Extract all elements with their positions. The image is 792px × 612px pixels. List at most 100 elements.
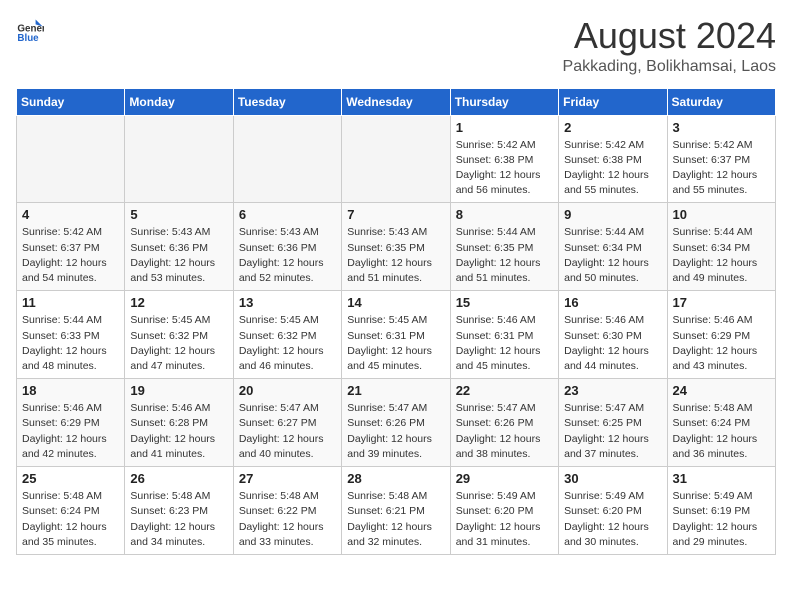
calendar-cell: 1 Sunrise: 5:42 AMSunset: 6:38 PMDaylight… — [450, 115, 558, 203]
week-row-2: 4 Sunrise: 5:42 AMSunset: 6:37 PMDaylight… — [17, 203, 776, 291]
day-info: Sunrise: 5:47 AMSunset: 6:25 PMDaylight:… — [564, 401, 661, 462]
day-number: 1 — [456, 120, 553, 135]
day-info: Sunrise: 5:46 AMSunset: 6:29 PMDaylight:… — [22, 401, 119, 462]
day-number: 24 — [673, 383, 770, 398]
page-title: August 2024 — [563, 16, 776, 56]
svg-text:Blue: Blue — [17, 33, 39, 44]
day-info: Sunrise: 5:48 AMSunset: 6:24 PMDaylight:… — [22, 489, 119, 550]
day-number: 11 — [22, 295, 119, 310]
day-info: Sunrise: 5:48 AMSunset: 6:23 PMDaylight:… — [130, 489, 227, 550]
calendar-cell: 21 Sunrise: 5:47 AMSunset: 6:26 PMDayligh… — [342, 379, 450, 467]
day-info: Sunrise: 5:46 AMSunset: 6:31 PMDaylight:… — [456, 313, 553, 374]
day-number: 7 — [347, 207, 444, 222]
day-info: Sunrise: 5:45 AMSunset: 6:32 PMDaylight:… — [130, 313, 227, 374]
day-info: Sunrise: 5:43 AMSunset: 6:35 PMDaylight:… — [347, 225, 444, 286]
week-row-1: 1 Sunrise: 5:42 AMSunset: 6:38 PMDaylight… — [17, 115, 776, 203]
calendar-cell: 12Sunrise: 5:45 AMSunset: 6:32 PMDayligh… — [125, 291, 233, 379]
calendar-cell: 11Sunrise: 5:44 AMSunset: 6:33 PMDayligh… — [17, 291, 125, 379]
day-info: Sunrise: 5:44 AMSunset: 6:34 PMDaylight:… — [564, 225, 661, 286]
calendar-cell: 24Sunrise: 5:48 AMSunset: 6:24 PMDayligh… — [667, 379, 775, 467]
calendar-cell: 17 Sunrise: 5:46 AMSunset: 6:29 PMDayligh… — [667, 291, 775, 379]
day-info: Sunrise: 5:46 AMSunset: 6:29 PMDaylight:… — [673, 313, 770, 374]
day-info: Sunrise: 5:42 AMSunset: 6:38 PMDaylight:… — [456, 138, 553, 199]
day-number: 13 — [239, 295, 336, 310]
calendar-cell: 15 Sunrise: 5:46 AMSunset: 6:31 PMDayligh… — [450, 291, 558, 379]
day-number: 8 — [456, 207, 553, 222]
day-number: 21 — [347, 383, 444, 398]
day-number: 14 — [347, 295, 444, 310]
day-number: 20 — [239, 383, 336, 398]
day-info: Sunrise: 5:48 AMSunset: 6:22 PMDaylight:… — [239, 489, 336, 550]
title-area: August 2024 Pakkading, Bolikhamsai, Laos — [563, 16, 776, 76]
calendar-cell: 31 Sunrise: 5:49 AMSunset: 6:19 PMDayligh… — [667, 467, 775, 555]
day-info: Sunrise: 5:45 AMSunset: 6:32 PMDaylight:… — [239, 313, 336, 374]
header-day-tuesday: Tuesday — [233, 88, 341, 115]
day-info: Sunrise: 5:47 AMSunset: 6:26 PMDaylight:… — [347, 401, 444, 462]
calendar-cell: 23 Sunrise: 5:47 AMSunset: 6:25 PMDayligh… — [559, 379, 667, 467]
day-info: Sunrise: 5:42 AMSunset: 6:37 PMDaylight:… — [22, 225, 119, 286]
day-number: 18 — [22, 383, 119, 398]
calendar-cell — [17, 115, 125, 203]
calendar-cell: 22Sunrise: 5:47 AMSunset: 6:26 PMDayligh… — [450, 379, 558, 467]
day-number: 10 — [673, 207, 770, 222]
header-day-monday: Monday — [125, 88, 233, 115]
calendar-cell: 6Sunrise: 5:43 AMSunset: 6:36 PMDaylight… — [233, 203, 341, 291]
logo: General Blue — [16, 16, 44, 44]
day-info: Sunrise: 5:45 AMSunset: 6:31 PMDaylight:… — [347, 313, 444, 374]
day-info: Sunrise: 5:48 AMSunset: 6:21 PMDaylight:… — [347, 489, 444, 550]
week-row-4: 18 Sunrise: 5:46 AMSunset: 6:29 PMDayligh… — [17, 379, 776, 467]
day-number: 23 — [564, 383, 661, 398]
day-info: Sunrise: 5:49 AMSunset: 6:20 PMDaylight:… — [564, 489, 661, 550]
calendar-cell — [342, 115, 450, 203]
day-number: 9 — [564, 207, 661, 222]
day-number: 29 — [456, 471, 553, 486]
calendar-cell: 27Sunrise: 5:48 AMSunset: 6:22 PMDayligh… — [233, 467, 341, 555]
calendar-cell: 26Sunrise: 5:48 AMSunset: 6:23 PMDayligh… — [125, 467, 233, 555]
week-row-5: 25Sunrise: 5:48 AMSunset: 6:24 PMDayligh… — [17, 467, 776, 555]
day-number: 3 — [673, 120, 770, 135]
calendar-cell: 9 Sunrise: 5:44 AMSunset: 6:34 PMDaylight… — [559, 203, 667, 291]
calendar-cell: 8 Sunrise: 5:44 AMSunset: 6:35 PMDaylight… — [450, 203, 558, 291]
calendar-cell: 2 Sunrise: 5:42 AMSunset: 6:38 PMDaylight… — [559, 115, 667, 203]
calendar-cell: 28Sunrise: 5:48 AMSunset: 6:21 PMDayligh… — [342, 467, 450, 555]
week-row-3: 11Sunrise: 5:44 AMSunset: 6:33 PMDayligh… — [17, 291, 776, 379]
calendar-cell — [125, 115, 233, 203]
day-info: Sunrise: 5:44 AMSunset: 6:35 PMDaylight:… — [456, 225, 553, 286]
calendar-cell: 3 Sunrise: 5:42 AMSunset: 6:37 PMDaylight… — [667, 115, 775, 203]
day-number: 22 — [456, 383, 553, 398]
day-number: 5 — [130, 207, 227, 222]
calendar-cell: 14 Sunrise: 5:45 AMSunset: 6:31 PMDayligh… — [342, 291, 450, 379]
day-info: Sunrise: 5:44 AMSunset: 6:34 PMDaylight:… — [673, 225, 770, 286]
day-info: Sunrise: 5:47 AMSunset: 6:27 PMDaylight:… — [239, 401, 336, 462]
day-info: Sunrise: 5:46 AMSunset: 6:28 PMDaylight:… — [130, 401, 227, 462]
day-number: 30 — [564, 471, 661, 486]
header-day-sunday: Sunday — [17, 88, 125, 115]
day-number: 2 — [564, 120, 661, 135]
day-info: Sunrise: 5:49 AMSunset: 6:19 PMDaylight:… — [673, 489, 770, 550]
day-number: 15 — [456, 295, 553, 310]
page-subtitle: Pakkading, Bolikhamsai, Laos — [563, 58, 776, 76]
day-info: Sunrise: 5:42 AMSunset: 6:37 PMDaylight:… — [673, 138, 770, 199]
calendar-body: 1 Sunrise: 5:42 AMSunset: 6:38 PMDaylight… — [17, 115, 776, 554]
day-number: 17 — [673, 295, 770, 310]
calendar-cell: 20 Sunrise: 5:47 AMSunset: 6:27 PMDayligh… — [233, 379, 341, 467]
header-day-friday: Friday — [559, 88, 667, 115]
calendar-cell: 25Sunrise: 5:48 AMSunset: 6:24 PMDayligh… — [17, 467, 125, 555]
day-number: 16 — [564, 295, 661, 310]
calendar-cell: 16 Sunrise: 5:46 AMSunset: 6:30 PMDayligh… — [559, 291, 667, 379]
day-info: Sunrise: 5:49 AMSunset: 6:20 PMDaylight:… — [456, 489, 553, 550]
day-info: Sunrise: 5:42 AMSunset: 6:38 PMDaylight:… — [564, 138, 661, 199]
days-of-week-row: SundayMondayTuesdayWednesdayThursdayFrid… — [17, 88, 776, 115]
day-number: 4 — [22, 207, 119, 222]
calendar-cell: 10 Sunrise: 5:44 AMSunset: 6:34 PMDayligh… — [667, 203, 775, 291]
day-number: 19 — [130, 383, 227, 398]
header-day-wednesday: Wednesday — [342, 88, 450, 115]
day-number: 31 — [673, 471, 770, 486]
day-info: Sunrise: 5:46 AMSunset: 6:30 PMDaylight:… — [564, 313, 661, 374]
calendar-cell: 5 Sunrise: 5:43 AMSunset: 6:36 PMDaylight… — [125, 203, 233, 291]
calendar-cell: 29 Sunrise: 5:49 AMSunset: 6:20 PMDayligh… — [450, 467, 558, 555]
day-number: 6 — [239, 207, 336, 222]
day-info: Sunrise: 5:43 AMSunset: 6:36 PMDaylight:… — [130, 225, 227, 286]
header-day-saturday: Saturday — [667, 88, 775, 115]
calendar-cell — [233, 115, 341, 203]
